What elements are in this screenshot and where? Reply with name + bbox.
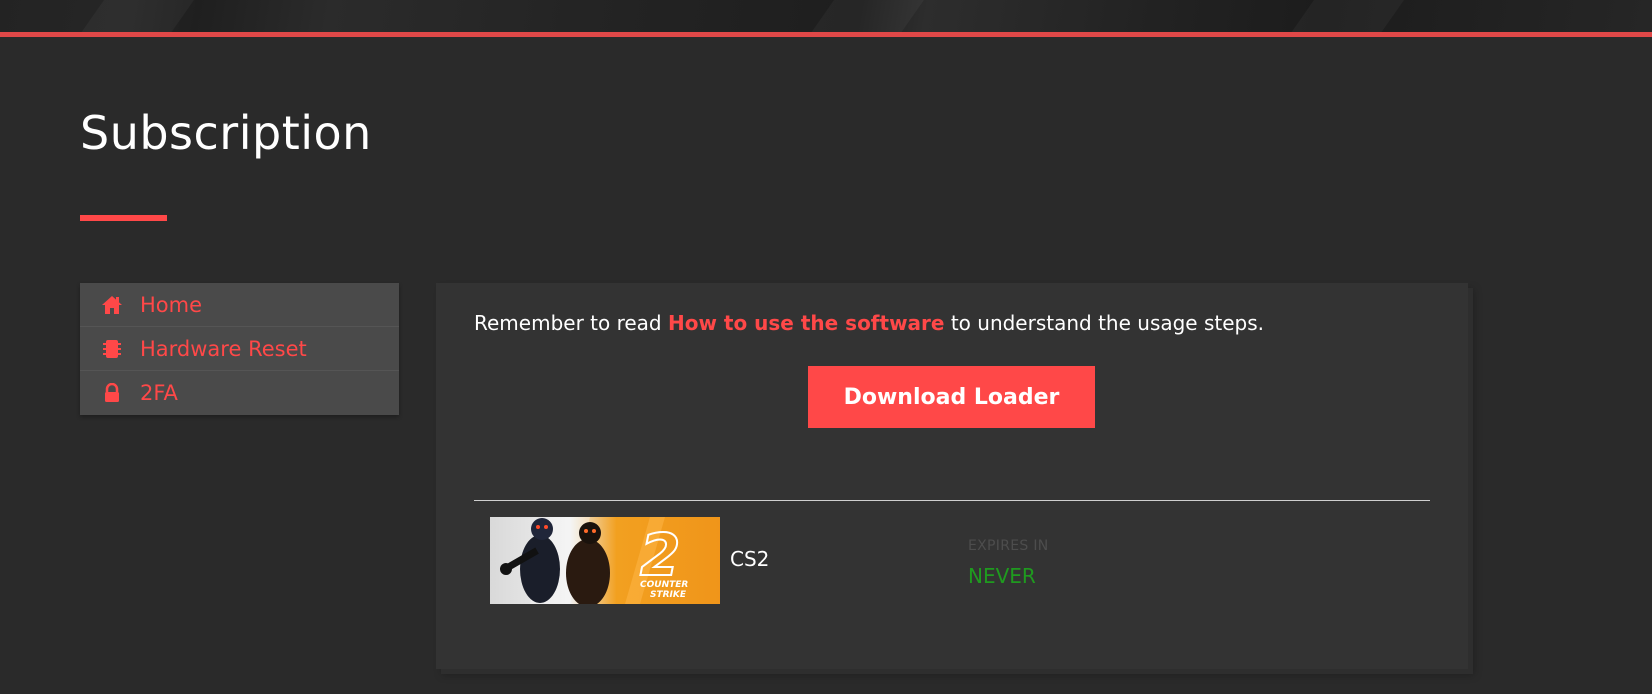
sidebar-menu: Home Hardware Reset 2FA [80,283,399,415]
expires-label: EXPIRES IN [968,538,1049,554]
header-accent-line [0,32,1652,37]
sidebar-item-2fa[interactable]: 2FA [80,371,399,415]
banner-streak [791,0,939,34]
sidebar-item-label: Hardware Reset [140,336,307,361]
sidebar-item-home[interactable]: Home [80,283,399,327]
usage-notice: Remember to read How to use the software… [474,311,1264,335]
how-to-use-link[interactable]: How to use the software [668,311,944,335]
page-title: Subscription [80,106,372,160]
expires-value: NEVER [968,564,1036,588]
download-loader-button[interactable]: Download Loader [808,366,1095,428]
header-banner [0,0,1652,34]
sidebar-item-hardware-reset[interactable]: Hardware Reset [80,327,399,371]
banner-streak [1271,0,1419,34]
thumbnail-title-line1: COUNTER [640,580,688,590]
lock-icon [100,381,124,405]
chip-icon [100,337,124,361]
subscription-card: Remember to read How to use the software… [436,283,1468,669]
home-icon [100,293,124,317]
game-thumbnail: 2 COUNTER STRIKE [490,517,720,604]
title-underline [80,215,167,221]
game-name: CS2 [730,547,770,571]
sidebar-item-label: 2FA [140,381,178,405]
thumbnail-number: 2 [640,521,680,589]
thumbnail-title-line2: STRIKE [650,590,687,600]
sidebar-item-label: Home [140,292,203,317]
notice-prefix: Remember to read [474,311,668,335]
banner-streak [61,0,209,34]
notice-suffix: to understand the usage steps. [944,311,1265,335]
section-divider [474,500,1430,501]
